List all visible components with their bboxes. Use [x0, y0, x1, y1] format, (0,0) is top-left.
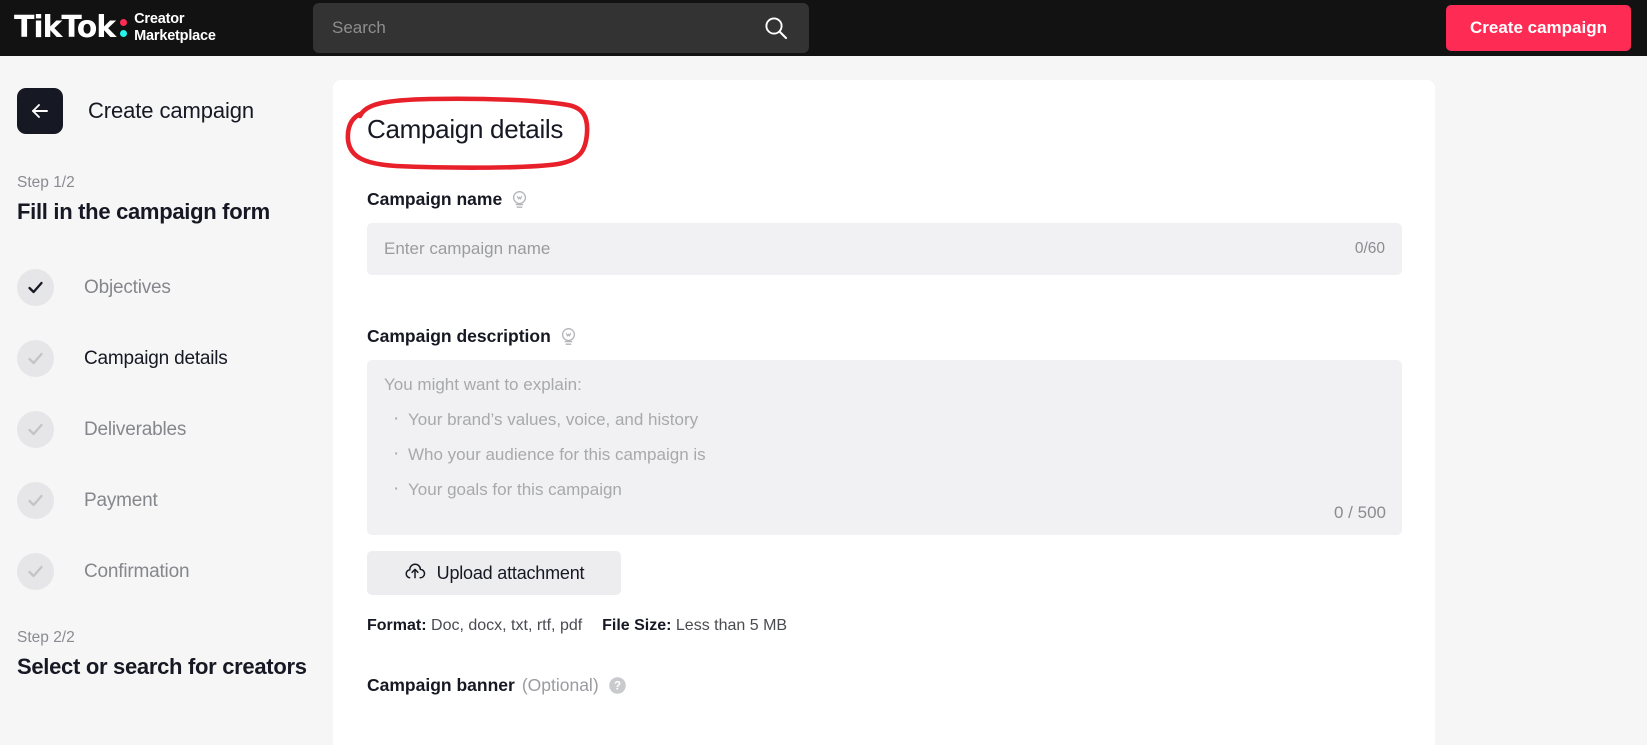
sidebar-item-objectives[interactable]: Objectives: [0, 252, 333, 323]
logo-subtitle-line2: Marketplace: [134, 28, 216, 44]
logo-dot-pink: [120, 19, 128, 26]
lightbulb-icon[interactable]: [560, 327, 577, 346]
campaign-name-placeholder: Enter campaign name: [384, 239, 551, 258]
check-icon-objectives: [17, 269, 54, 306]
sidebar: Create campaign Step 1/2 Fill in the cam…: [0, 56, 333, 745]
search-input[interactable]: [313, 18, 763, 38]
campaign-banner-label-text: Campaign banner: [367, 675, 515, 695]
upload-attachment-label: Upload attachment: [436, 562, 585, 583]
check-icon-confirmation: [17, 553, 54, 590]
search-icon[interactable]: [763, 15, 789, 41]
sidebar-title: Create campaign: [88, 98, 255, 123]
sidebar-item-confirmation[interactable]: Confirmation: [0, 536, 333, 607]
description-placeholder-bullet: Your brand’s values, voice, and history: [384, 409, 1402, 428]
logo-dot-teal: [120, 30, 128, 37]
attachment-constraints: Format: Doc, docx, txt, rtf, pdf File Si…: [367, 617, 1399, 635]
check-icon-deliverables: [17, 411, 54, 448]
sidebar-item-label: Deliverables: [84, 418, 187, 440]
logo-wordmark: TikTok: [14, 10, 116, 45]
cloud-upload-icon: [404, 563, 426, 584]
svg-text:?: ?: [614, 681, 621, 693]
sidebar-item-payment[interactable]: Payment: [0, 465, 333, 536]
description-placeholder-bullet: Your goals for this campaign: [384, 479, 1402, 498]
create-campaign-button[interactable]: Create campaign: [1446, 5, 1631, 51]
check-icon-campaign-details: [17, 340, 54, 377]
step-1-heading: Fill in the campaign form: [17, 199, 270, 224]
step-2-heading: Select or search for creators: [17, 654, 307, 679]
sidebar-item-label: Payment: [84, 489, 158, 511]
filesize-value: Less than 5 MB: [675, 617, 788, 634]
step-1-label: Step 1/2: [17, 174, 75, 191]
logo-subtitle: Creator Marketplace: [134, 11, 216, 45]
upload-attachment-button[interactable]: Upload attachment: [367, 551, 621, 595]
search-bar[interactable]: [313, 3, 809, 53]
filesize-key: File Size:: [602, 617, 672, 634]
format-key: Format:: [367, 617, 427, 634]
campaign-name-input[interactable]: Enter campaign name 0/60: [367, 223, 1402, 275]
tiktok-creator-marketplace-logo[interactable]: TikTok Creator Marketplace: [14, 0, 216, 56]
campaign-banner-optional: (Optional): [521, 675, 599, 695]
description-placeholder-bullet: Who your audience for this campaign is: [384, 444, 1402, 463]
sidebar-item-label: Objectives: [84, 276, 171, 298]
campaign-name-counter: 0/60: [1354, 240, 1385, 257]
campaign-description-label-text: Campaign description: [367, 326, 551, 346]
check-icon-payment: [17, 482, 54, 519]
back-button[interactable]: [17, 88, 63, 134]
page-title: Campaign details: [367, 114, 564, 144]
sidebar-item-label: Confirmation: [84, 560, 190, 582]
lightbulb-icon[interactable]: [511, 190, 528, 209]
format-value: Doc, docx, txt, rtf, pdf: [431, 617, 583, 634]
question-circle-icon[interactable]: ?: [608, 676, 627, 695]
campaign-name-label-text: Campaign name: [367, 189, 503, 209]
campaign-details-card: Campaign details Campaign name Enter cam…: [333, 80, 1435, 745]
sidebar-item-campaign-details[interactable]: Campaign details: [0, 323, 333, 394]
campaign-banner-label: Campaign banner (Optional) ?: [367, 675, 1399, 696]
step-list: Objectives Campaign details Deliverables: [0, 252, 333, 607]
step-2-label: Step 2/2: [17, 629, 75, 646]
top-header: TikTok Creator Marketplace Create campai…: [0, 0, 1647, 56]
logo-subtitle-line1: Creator: [134, 11, 185, 28]
campaign-description-textarea[interactable]: You might want to explain: Your brand’s …: [367, 360, 1402, 535]
campaign-description-counter: 0 / 500: [1334, 503, 1386, 522]
campaign-name-label: Campaign name: [367, 189, 1399, 210]
sidebar-item-label: Campaign details: [84, 347, 228, 369]
description-placeholder-title: You might want to explain:: [384, 375, 582, 394]
sidebar-item-deliverables[interactable]: Deliverables: [0, 394, 333, 465]
sidebar-header: Create campaign: [17, 88, 333, 134]
logo-dots: [120, 19, 128, 37]
campaign-description-label: Campaign description: [367, 326, 1399, 347]
main-content: Campaign details Campaign name Enter cam…: [333, 56, 1647, 745]
